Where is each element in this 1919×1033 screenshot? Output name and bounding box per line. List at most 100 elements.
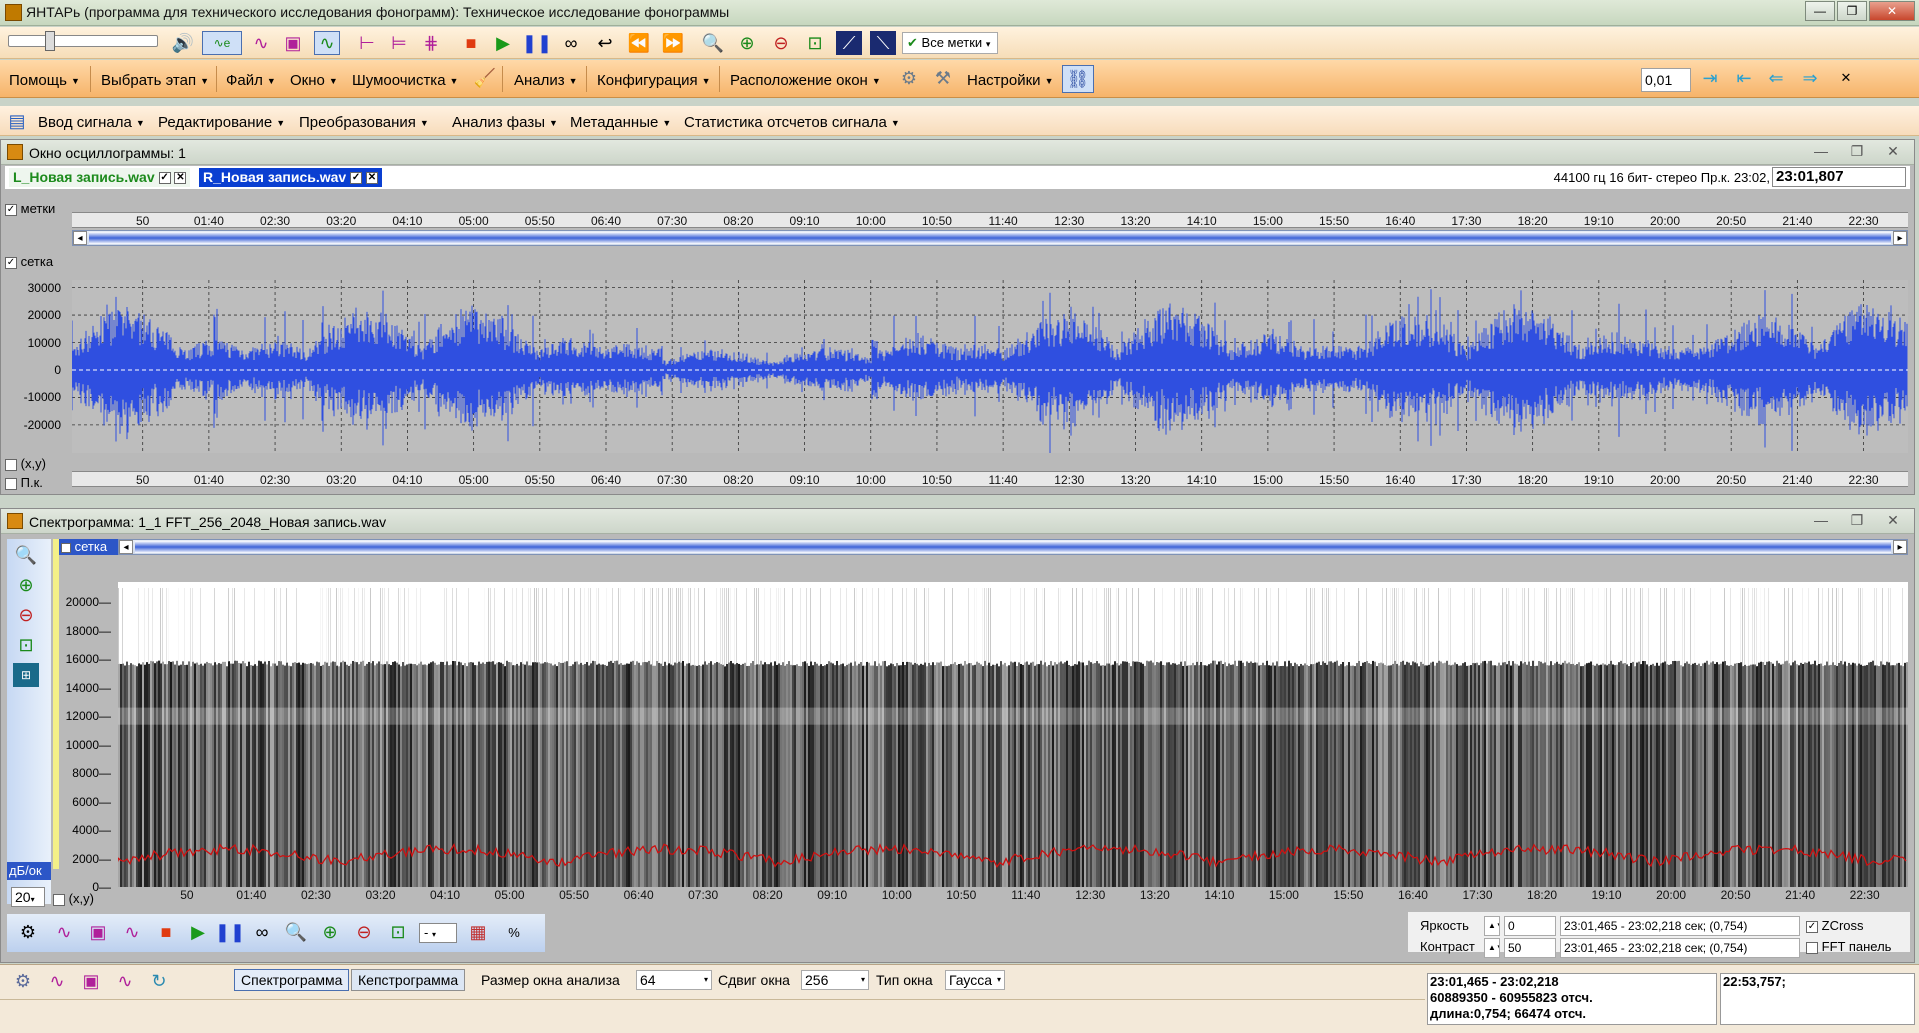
brightness-select[interactable]: 0	[1504, 916, 1556, 936]
menu-select-stage[interactable]: Выбрать этап ▼	[101, 72, 209, 89]
zoom-select-icon[interactable]: 🔍	[283, 920, 309, 944]
oscillogram-plot[interactable]	[72, 280, 1908, 453]
menu-configuration[interactable]: Конфигурация ▼	[597, 72, 711, 89]
zoom-dropdown[interactable]: - ▾	[419, 923, 457, 943]
menu-window[interactable]: Окно ▼	[290, 72, 338, 89]
stop-icon[interactable]: ■	[458, 31, 484, 55]
waveform-box-icon[interactable]: ▣	[85, 920, 111, 944]
gear-config-icon[interactable]: ⚙	[896, 66, 922, 90]
window-size-select[interactable]: 64 ▾	[636, 970, 712, 990]
menu-analysis[interactable]: Анализ ▼	[514, 72, 578, 89]
broom-icon[interactable]: 🧹	[472, 66, 498, 90]
link-icon[interactable]: ⛓	[1062, 65, 1094, 93]
spectrum-icon[interactable]: ⟋	[836, 31, 862, 55]
stop-icon[interactable]: ■	[153, 920, 179, 944]
zoom-fit-icon[interactable]: ⊡	[385, 920, 411, 944]
oscillogram-scrollbar[interactable]: ◂ ▸	[72, 230, 1908, 246]
play-icon[interactable]: ▶	[185, 920, 211, 944]
gear-icon[interactable]: ⚙	[15, 920, 41, 944]
shift-select[interactable]: 256 ▾	[801, 970, 869, 990]
scroll-thumb[interactable]	[89, 232, 1891, 244]
fast-forward-icon[interactable]: ⏩	[660, 31, 686, 55]
minimize-button[interactable]: —	[1806, 143, 1836, 161]
spectro-level-bar[interactable]	[53, 539, 59, 869]
refresh-icon[interactable]: ↻	[146, 969, 172, 993]
settings-tools-icon[interactable]: ⚒	[930, 66, 956, 90]
zoom-fit-icon[interactable]: ⊡	[13, 633, 39, 657]
maximize-button[interactable]: ❐	[1842, 512, 1872, 530]
play-icon[interactable]: ▶	[490, 31, 516, 55]
rewind-icon[interactable]: ⏪	[626, 31, 652, 55]
menu-phase-analysis[interactable]: Анализ фазы ▼	[452, 114, 558, 131]
markers-icon[interactable]: ⊨	[386, 31, 412, 55]
spectrum-grid-icon[interactable]: ⟍	[870, 31, 896, 55]
zoom-out-icon[interactable]: ⊖	[13, 603, 39, 627]
volume-slider[interactable]	[8, 31, 158, 51]
waveform-icon[interactable]: ∿	[112, 969, 138, 993]
step-left-icon[interactable]: ⇤	[1731, 66, 1757, 90]
menu-file[interactable]: Файл ▼	[226, 72, 276, 89]
menu-transformations[interactable]: Преобразования ▼	[299, 114, 429, 131]
pause-icon[interactable]: ❚❚	[522, 31, 552, 55]
menu-editing[interactable]: Редактирование ▼	[158, 114, 285, 131]
menu-signal-input[interactable]: Ввод сигнала ▼	[38, 114, 145, 131]
minimize-button[interactable]: —	[1806, 512, 1836, 530]
spectrogram-plot[interactable]	[118, 582, 1908, 887]
contrast-spinner[interactable]: ▲▼	[1484, 938, 1500, 958]
menu-sample-statistics[interactable]: Статистика отсчетов сигнала ▼	[684, 114, 900, 131]
pause-icon[interactable]: ❚❚	[215, 920, 245, 944]
menu-help[interactable]: Помощь ▼	[9, 72, 80, 89]
grid-checkbox[interactable]: сетка	[59, 539, 119, 555]
maximize-button[interactable]: ❐	[1837, 1, 1867, 21]
spectrogram-scrollbar[interactable]: ◂ ▸	[118, 539, 1908, 555]
jump-right-icon[interactable]: ⇒	[1797, 66, 1823, 90]
maximize-button[interactable]: ❐	[1842, 143, 1872, 161]
spectrum-fit-icon[interactable]: ⊞	[13, 663, 39, 687]
marks-checkbox[interactable]: ✓ метки	[5, 201, 55, 216]
scroll-right-icon[interactable]: ▸	[1893, 540, 1907, 554]
scroll-right-icon[interactable]: ▸	[1893, 231, 1907, 245]
wave-e-icon[interactable]: ∿е	[202, 31, 242, 55]
speaker-icon[interactable]: 🔊	[170, 31, 196, 55]
zoom-out-icon[interactable]: ⊖	[351, 920, 377, 944]
waveform-add-icon[interactable]: ∿	[44, 969, 70, 993]
tab-cepstrogram[interactable]: Кепстрограмма	[351, 969, 466, 991]
zoom-select-icon[interactable]: 🔍	[13, 543, 39, 567]
scroll-left-icon[interactable]: ◂	[119, 540, 133, 554]
marks-dropdown[interactable]: ✔ Все метки ▾	[902, 32, 998, 54]
zcross-checkbox[interactable]: ✓ ZCross	[1806, 918, 1864, 933]
step-input[interactable]: 0,01	[1641, 68, 1691, 92]
waveform-box-icon[interactable]: ▣	[280, 31, 306, 55]
loop-icon[interactable]: ∞	[249, 920, 275, 944]
zoom-in-icon[interactable]: ⊕	[734, 31, 760, 55]
gear-icon[interactable]: ⚙	[10, 969, 36, 993]
range-field-1[interactable]: 23:01,465 - 23:02,218 сек; (0,754)	[1560, 916, 1800, 936]
tab-spectrogram[interactable]: Спектрограмма	[234, 969, 350, 991]
loop-icon[interactable]: ∞	[558, 31, 584, 55]
zoom-out-icon[interactable]: ⊖	[768, 31, 794, 55]
waveform-icon[interactable]: ∿	[248, 31, 274, 55]
grid-checkbox[interactable]: ✓ сетка	[5, 254, 53, 269]
step-right-icon[interactable]: ⇥	[1697, 66, 1723, 90]
markers-grid-icon[interactable]: ⋕	[418, 31, 444, 55]
menu-settings[interactable]: Настройки ▼	[967, 72, 1053, 89]
menu-window-layout[interactable]: Расположение окон ▼	[730, 72, 881, 89]
menu-metadata[interactable]: Метаданные ▼	[570, 114, 671, 131]
close-step-icon[interactable]: ✕	[1833, 66, 1859, 90]
waveform-green-icon[interactable]: ∿	[314, 31, 340, 55]
tab-right-channel[interactable]: R_Новая запись.wav ✓ ✕	[199, 168, 382, 187]
close-button[interactable]: ✕	[1869, 1, 1915, 21]
palette-icon[interactable]: ▦	[465, 920, 491, 944]
minimize-button[interactable]: —	[1805, 1, 1835, 21]
zoom-in-icon[interactable]: ⊕	[317, 920, 343, 944]
zoom-fit-icon[interactable]: ⊡	[802, 31, 828, 55]
tab-left-channel[interactable]: L_Новая запись.wav ✓ ✕	[9, 168, 191, 187]
db-value-select[interactable]: 20▾	[11, 887, 45, 907]
type-select[interactable]: Гаусса ▾	[945, 970, 1005, 990]
cursor-time-field[interactable]: 23:01,807	[1772, 167, 1906, 187]
scroll-thumb[interactable]	[135, 541, 1891, 553]
zoom-in-icon[interactable]: ⊕	[13, 573, 39, 597]
fft-panel-checkbox[interactable]: FFT панель	[1806, 939, 1891, 954]
window-icon[interactable]: ▤	[4, 109, 30, 133]
percent-icon[interactable]: %	[501, 920, 527, 944]
